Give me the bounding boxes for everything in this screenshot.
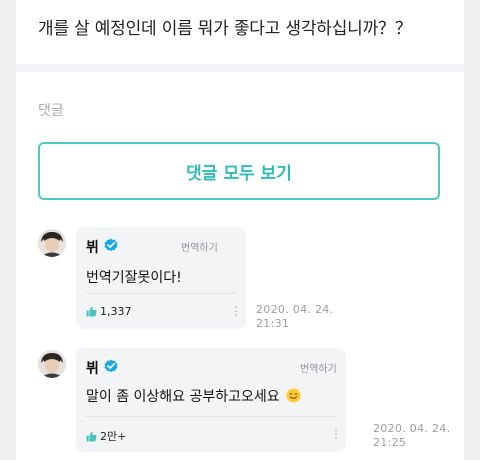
translate-button[interactable]: 번역하기: [300, 360, 337, 375]
comment-text: 말이 좀 이상해요 공부하고오세요: [86, 389, 280, 405]
post-title: 개를 살 예정인데 이름 뭐가 좋다고 생각하십니까？？: [38, 19, 412, 39]
comment-item: 뷔 번역하기 말이 좀 이상해요 공부하고오세요 2만+ ⋮ 2020. 04.…: [38, 348, 468, 458]
like-button[interactable]: 2만+: [86, 428, 126, 444]
comment-bubble: 뷔 번역하기 말이 좀 이상해요 공부하고오세요 2만+ ⋮: [76, 348, 346, 452]
view-all-comments-button[interactable]: 댓글 모두 보기: [38, 142, 440, 200]
more-options-icon[interactable]: ⋮: [230, 305, 242, 317]
comment-time: 21:31: [256, 317, 290, 330]
comment-author[interactable]: 뷔: [86, 237, 99, 257]
avatar[interactable]: [38, 350, 66, 378]
comment-time: 21:25: [373, 436, 407, 449]
like-button[interactable]: 1,337: [86, 305, 132, 318]
comment-timestamp: 2020. 04. 24. 21:25: [373, 422, 450, 450]
comment-bubble: 뷔 번역하기 번역기잘못이다! 1,337 ⋮: [76, 227, 246, 329]
comment-author[interactable]: 뷔: [86, 358, 99, 378]
comment-text-row: 말이 좀 이상해요 공부하고오세요: [86, 386, 301, 406]
comment-text: 번역기잘못이다!: [86, 270, 182, 286]
like-count: 1,337: [100, 305, 132, 318]
bubble-divider: [86, 416, 336, 417]
comments-label: 댓글: [38, 103, 64, 119]
more-options-icon[interactable]: ⋮: [330, 428, 342, 440]
verified-badge-icon: [104, 359, 118, 373]
comment-date: 2020. 04. 24.: [373, 422, 451, 435]
comment-timestamp: 2020. 04. 24. 21:31: [256, 303, 333, 331]
thumbs-up-icon: [86, 306, 97, 317]
verified-badge-icon: [104, 238, 118, 252]
smiling-face-emoji: [286, 388, 301, 403]
comment-item: 뷔 번역하기 번역기잘못이다! 1,337 ⋮ 2020. 04. 24. 21…: [38, 227, 468, 337]
section-divider: [16, 64, 464, 72]
translate-button[interactable]: 번역하기: [181, 239, 218, 254]
avatar[interactable]: [38, 229, 66, 257]
thumbs-up-icon: [86, 431, 97, 442]
post-card: 개를 살 예정인데 이름 뭐가 좋다고 생각하십니까？？ 댓글 댓글 모두 보기…: [16, 0, 464, 460]
like-count: 2만+: [100, 430, 127, 443]
comment-date: 2020. 04. 24.: [256, 303, 334, 316]
bubble-divider: [86, 293, 236, 294]
